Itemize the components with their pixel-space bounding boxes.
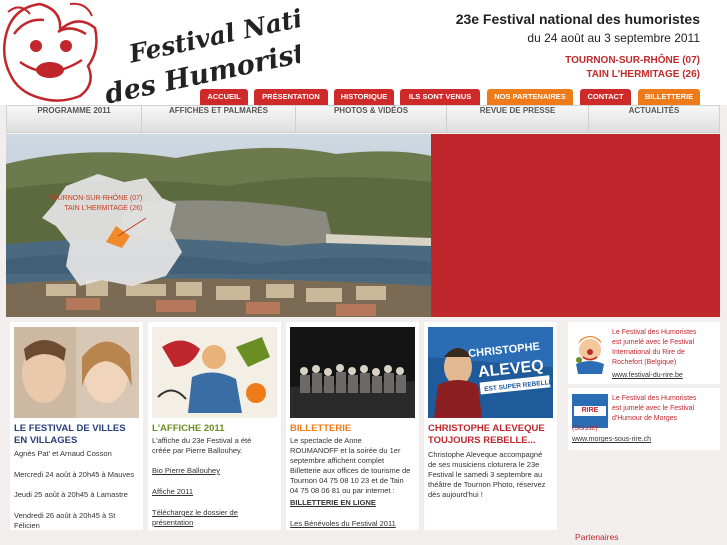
aleveque-line-1: Christophe Aleveque accompagné: [428, 450, 543, 459]
hero-banner: TOURNON-SUR-RHÔNE (07) TAIN L'HERMITAGE …: [6, 134, 431, 317]
morges-line-2: est jumelé avec le Festival: [612, 405, 695, 412]
billetterie-line-4: Billetterie aux offices de tourisme de: [290, 466, 411, 475]
map-label: TOURNON-SUR-RHÔNE (07) TAIN L'HERMITAGE …: [48, 194, 142, 214]
nav-historique[interactable]: HISTORIQUE: [334, 89, 394, 105]
villes-line-3: Jeudi 25 août à 20h45 à Lamastre: [14, 490, 128, 499]
affiche-text-1: L'affiche du 23e Festival a été: [152, 436, 252, 445]
jester-logo-icon: [2, 2, 98, 102]
link-morges-sous-rire[interactable]: www.morges-sous-rire.ch: [572, 436, 651, 443]
rochefort-line-4: Rochefort (Belgique): [612, 359, 677, 366]
villes-line-4: Vendredi 26 août à 20h45 à St: [14, 511, 116, 520]
menu-actualites[interactable]: ACTUALITÉS: [589, 106, 719, 132]
nav-accueil[interactable]: ACCUEIL: [200, 89, 248, 105]
morges-logo: RIRE: [572, 394, 608, 428]
partners-heading[interactable]: Partenaires: [575, 532, 618, 542]
villes-title[interactable]: LE FESTIVAL DE VILLES EN VILLAGES: [14, 423, 139, 447]
rochefort-line-1: Le Festival des Humoristes: [612, 329, 697, 336]
site-header: Festival National des Humoristes 23e Fes…: [0, 0, 727, 105]
billetterie-thumbnail[interactable]: [290, 327, 415, 418]
billetterie-line-1: Le spectacle de Anne: [290, 436, 362, 445]
nav-billetterie[interactable]: BILLETTERIE: [638, 89, 700, 105]
aleveque-line-5: dès aujourd'hui !: [428, 490, 483, 499]
morges-line-1: Le Festival des Humoristes: [612, 395, 697, 402]
location-tournon: TOURNON-SUR-RHÔNE (07): [565, 55, 700, 66]
affiche-title[interactable]: L'AFFICHE 2011: [152, 423, 224, 435]
clown-icon: [576, 336, 604, 374]
link-dossier-presentation-2[interactable]: présentation: [152, 518, 193, 528]
link-billetterie-en-ligne[interactable]: BILLETTERIE EN LIGNE: [290, 498, 376, 508]
billetterie-line-6: 04 75 08 06 81 ou par internet :: [290, 486, 395, 495]
map-label-tournon: TOURNON-SUR-RHÔNE (07): [48, 195, 143, 202]
main-menu: PROGRAMME 2011 AFFICHES ET PALMARÈS PHOT…: [6, 105, 720, 133]
map-label-tain: TAIN L'HERMITAGE (26): [64, 205, 143, 212]
sidebar: Le Festival des Humoristes est jumelé av…: [568, 322, 720, 530]
aleveque-thumbnail[interactable]: CHRISTOPHE ALEVEQ EST SUPER REBELLE: [428, 327, 553, 418]
aleveque-line-2: de ses musiciens cloturera le 23e: [428, 460, 540, 469]
news-affiche-2011: L'AFFICHE 2011 L'affiche du 23e Festival…: [148, 322, 281, 530]
link-festival-du-rire[interactable]: www.festival-du-rire.be: [612, 372, 683, 379]
villes-thumbnail[interactable]: [14, 327, 139, 418]
villes-line-2: Mercredi 24 août à 20h45 à Mauves: [14, 470, 135, 479]
villes-line-5: Félicien: [14, 521, 40, 530]
aleveque-title[interactable]: CHRISTOPHE ALEVEQUE TOUJOURS REBELLE...: [428, 423, 553, 447]
billetterie-line-2: ROUMANOFF et la soirée du 1er: [290, 446, 401, 455]
menu-programme-2011[interactable]: PROGRAMME 2011: [7, 106, 142, 132]
aleveque-line-3: Festival le samedi 3 septembre au: [428, 470, 543, 479]
nav-contact[interactable]: CONTACT: [580, 89, 631, 105]
affiche-text-2: créée par Pierre Ballouhey.: [152, 446, 243, 455]
villes-line-1: Agnès Pat' et Arnaud Cosson: [14, 449, 112, 458]
billetterie-line-3: septembre affichent complet: [290, 456, 385, 465]
hero-red-panel: [431, 134, 720, 317]
twin-festival-morges: RIRE Le Festival des Humoristes est jume…: [568, 388, 720, 450]
news-billetterie: BILLETTERIE Le spectacle de Anne ROUMANO…: [286, 322, 419, 530]
nav-presentation[interactable]: PRÉSENTATION: [254, 89, 328, 105]
festival-dates: du 24 août au 3 septembre 2011: [527, 31, 700, 45]
nav-nos-partenaires[interactable]: NOS PARTENAIRES: [487, 89, 573, 105]
link-benevoles[interactable]: Les Bénévoles du Festival 2011: [290, 519, 396, 529]
nav-ils-sont-venus[interactable]: ILS SONT VENUS: [400, 89, 480, 105]
menu-photos-videos[interactable]: PHOTOS & VIDÉOS: [296, 106, 447, 132]
link-affiche-2011[interactable]: Affiche 2011: [152, 487, 193, 497]
morges-line-4: (Suisse): [572, 425, 598, 432]
rochefort-line-2: est jumelé avec le Festival: [612, 339, 695, 346]
menu-affiches-palmares[interactable]: AFFICHES ET PALMARÈS: [142, 106, 296, 132]
menu-revue-de-presse[interactable]: REVUE DE PRESSE: [447, 106, 589, 132]
location-tain: TAIN L'HERMITAGE (26): [586, 69, 700, 80]
twin-festival-rochefort: Le Festival des Humoristes est jumelé av…: [568, 322, 720, 384]
affiche-thumbnail[interactable]: [152, 327, 277, 418]
link-dossier-presentation-1[interactable]: Téléchargez le dossier de: [152, 508, 238, 518]
billetterie-title[interactable]: BILLETTERIE: [290, 423, 351, 435]
page: Festival National des Humoristes 23e Fes…: [0, 0, 727, 545]
hero-landscape-image: [6, 134, 431, 317]
billetterie-line-5: Tournon 04 75 08 10 23 et de Tain: [290, 476, 404, 485]
festival-title: 23e Festival national des humoristes: [455, 11, 700, 27]
news-aleveque: CHRISTOPHE ALEVEQ EST SUPER REBELLE CHRI…: [424, 322, 557, 530]
morges-line-3: d'Humour de Morges: [612, 415, 678, 422]
morges-logo-badge: RIRE: [574, 406, 606, 416]
aleveque-line-4: théâtre de Tournon Photo, réservez: [428, 480, 546, 489]
news-villes-en-villages: LE FESTIVAL DE VILLES EN VILLAGES Agnès …: [10, 322, 143, 530]
rochefort-line-3: International du Rire de: [612, 349, 685, 356]
link-bio-ballouhey[interactable]: Bio Pierre Ballouhey: [152, 466, 220, 476]
